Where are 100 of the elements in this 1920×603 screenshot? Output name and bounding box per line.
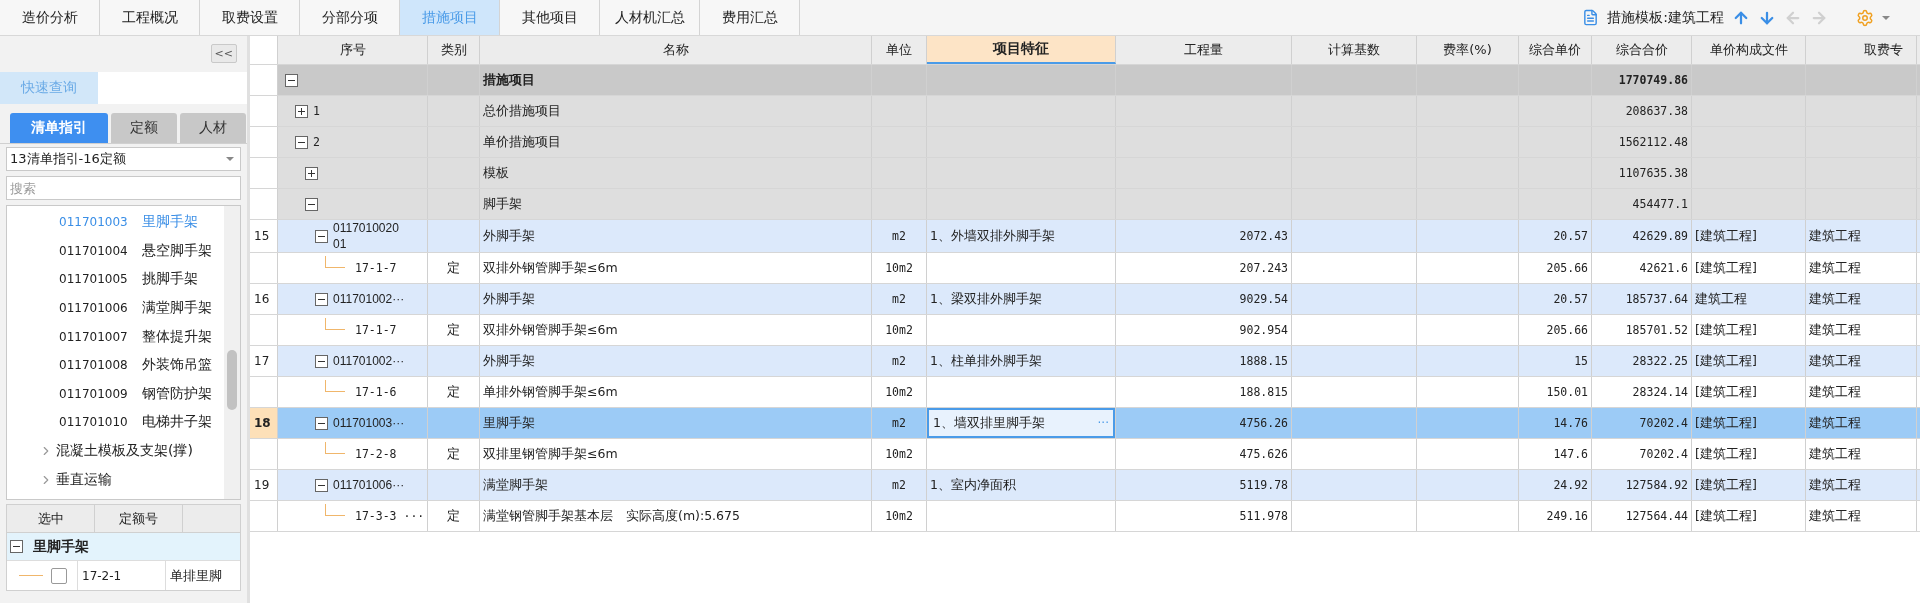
table-row[interactable]: 17-1-7 定 双排外钢管脚手架≤6m 10m2 207.243 205.66 42621.6 [建筑工程] 建筑工程 <box>250 253 1920 284</box>
row-header[interactable]: 16 <box>250 284 278 314</box>
table-cell: 单价措施项目 <box>483 133 561 151</box>
expand-icon[interactable] <box>295 104 308 118</box>
table-cell: 定 <box>447 321 460 339</box>
list-item[interactable]: 011701005 挑脚手架 <box>7 265 224 294</box>
list-item[interactable]: 011701010 电梯井子架 <box>7 408 224 437</box>
table-cell: 定 <box>447 259 460 277</box>
library-tab[interactable]: 定额 <box>111 113 177 143</box>
tree-line <box>325 504 345 516</box>
column-header[interactable]: 综合合价 <box>1592 36 1692 64</box>
table-row[interactable]: 17-2-8 定 双排里钢管脚手架≤6m 10m2 475.626 147.6 70202.4 [建筑工程] 建筑工程 <box>250 439 1920 470</box>
column-header[interactable]: 取费专 <box>1806 36 1917 64</box>
table-row[interactable]: 18 011701003··· 里脚手架 m2 1、墙双排里脚手架 ··· 4756.26 14.76 70202.4 [建筑工程] 建筑工程 <box>250 408 1920 439</box>
collapse-icon[interactable] <box>295 135 308 149</box>
item-code: 011701004 <box>59 243 128 258</box>
row-header[interactable]: 18 <box>250 408 278 438</box>
table-row[interactable]: 模板 1107635.38 <box>250 158 1920 189</box>
list-item[interactable]: 011701006 满堂脚手架 <box>7 293 224 323</box>
table-cell: 5119.78 <box>1239 478 1288 492</box>
scrollbar[interactable] <box>224 206 240 499</box>
feature-edit-field[interactable]: 1、墙双排里脚手架 ··· <box>927 408 1115 438</box>
item-name: 钢管防护架 <box>141 384 212 403</box>
table-cell: m2 <box>892 478 906 492</box>
corner-cell[interactable] <box>250 36 278 64</box>
collapse-icon[interactable] <box>10 540 23 553</box>
collapse-icon[interactable] <box>305 197 318 211</box>
column-header[interactable]: 工程量 <box>1116 36 1292 64</box>
row-header[interactable] <box>250 158 278 188</box>
row-header[interactable]: 15 <box>250 220 278 252</box>
row-header[interactable] <box>250 189 278 219</box>
table-cell: 模板 <box>483 164 509 182</box>
row-header[interactable]: 17 <box>250 346 278 376</box>
list-item[interactable]: 011701003 里脚手架 <box>7 208 224 237</box>
table-row[interactable]: 脚手架 454477.1 <box>250 189 1920 220</box>
table-cell: 14.76 <box>1553 416 1588 430</box>
item-name: 整体提升架 <box>141 327 212 346</box>
table-cell: 511.978 <box>1239 509 1288 523</box>
table-row[interactable]: 1 总价措施项目 208637.38 <box>250 96 1920 127</box>
column-header[interactable]: 名称 <box>480 36 872 64</box>
collapse-icon[interactable] <box>315 478 328 492</box>
row-header[interactable] <box>250 96 278 126</box>
item-name: 电梯井子架 <box>141 413 212 432</box>
table-cell: 20.57 <box>1553 292 1588 306</box>
table-row[interactable]: 17 011701002··· 外脚手架 m2 1、柱单排外脚手架 1888.15 15 28322.25 [建筑工程] 建筑工程 <box>250 346 1920 377</box>
table-cell: 脚手架 <box>483 195 522 213</box>
collapse-icon[interactable] <box>315 229 328 243</box>
table-cell: 127564.44 <box>1625 509 1688 523</box>
settings-icon[interactable] <box>1856 8 1874 27</box>
column-header[interactable]: 类别 <box>428 36 480 64</box>
table-cell: 011701006··· <box>333 477 405 493</box>
table-row[interactable]: 17-1-7 定 双排外钢管脚手架≤6m 10m2 902.954 205.66 185701.52 [建筑工程] 建筑工程 <box>250 315 1920 346</box>
table-cell: 127584.92 <box>1625 478 1688 492</box>
list-item[interactable]: 011701009 钢管防护架 <box>7 379 224 409</box>
table-cell: 2072.43 <box>1239 229 1288 243</box>
table-row[interactable]: 17-3-3 ··· 定 满堂钢管脚手架基本层 实际高度(m):5.675 10m2 511.978 249.16 127564.44 [建筑工程] 建筑工程 <box>250 501 1920 532</box>
column-header[interactable]: 综合单价 <box>1519 36 1592 64</box>
table-row[interactable]: 15 011701002001 外脚手架 m2 1、外墙双排外脚手架 2072.43 20.57 42629.89 [建筑工程] 建筑工程 <box>250 220 1920 253</box>
table-row[interactable]: 措施项目 1770749.86 <box>250 65 1920 96</box>
search-field[interactable]: 搜索 <box>6 176 241 200</box>
item-code: 011701009 <box>59 386 128 401</box>
table-cell: 1888.15 <box>1239 354 1288 368</box>
library-tab[interactable]: 人材 <box>180 113 246 143</box>
collapse-icon[interactable] <box>285 73 298 87</box>
table-cell: 1、室内净面积 <box>930 476 1016 494</box>
row-header[interactable] <box>250 65 278 95</box>
table-cell: 42621.6 <box>1639 261 1688 275</box>
list-item[interactable]: 011701007 整体提升架 <box>7 322 224 351</box>
checkbox[interactable] <box>51 567 67 584</box>
table-row[interactable]: 17-1-6 定 单排外钢管脚手架≤6m 10m2 188.815 150.01 28324.14 [建筑工程] 建筑工程 <box>250 377 1920 408</box>
table-row[interactable]: 2 单价措施项目 1562112.48 <box>250 127 1920 158</box>
template-icon[interactable] <box>1582 9 1600 26</box>
table-cell: [建筑工程] <box>1695 476 1757 494</box>
table-row[interactable]: 19 011701006··· 满堂脚手架 m2 1、室内净面积 5119.78 24.92 127584.92 [建筑工程] 建筑工程 <box>250 470 1920 501</box>
library-dropdown[interactable]: 13清单指引-16定额 <box>6 147 241 171</box>
table-cell: 011701002··· <box>333 353 405 369</box>
collapse-button[interactable]: << <box>210 44 237 63</box>
table-cell: 建筑工程 <box>1809 383 1861 401</box>
column-header[interactable]: 费率(%) <box>1417 36 1519 64</box>
table-row[interactable]: 16 011701002··· 外脚手架 m2 1、梁双排外脚手架 9029.54 20.57 185737.64 建筑工程 建筑工程 <box>250 284 1920 315</box>
item-code: 011701005 <box>59 272 128 287</box>
table-cell-text: 011701002001 <box>333 220 400 252</box>
caret-icon[interactable] <box>1882 15 1890 20</box>
collapse-icon[interactable] <box>315 292 328 306</box>
row-header[interactable] <box>250 127 278 157</box>
expand-icon[interactable] <box>305 166 318 180</box>
column-header[interactable]: 项目特征 <box>927 36 1116 64</box>
column-header[interactable]: 单价构成文件 <box>1692 36 1806 64</box>
list-item[interactable]: 011701004 悬空脚手架 <box>7 236 224 266</box>
column-header[interactable]: 序号 <box>278 36 428 64</box>
table-cell: 17-1-6 <box>355 385 397 399</box>
list-folder[interactable]: 垂直运输 <box>7 465 224 494</box>
row-header[interactable]: 19 <box>250 470 278 500</box>
collapse-icon[interactable] <box>315 354 328 368</box>
caret-icon <box>226 157 234 161</box>
table-cell: 70202.4 <box>1639 447 1688 461</box>
list-folder[interactable]: 混凝土模板及支架(撑) <box>7 436 224 466</box>
collapse-icon[interactable] <box>315 416 328 430</box>
column-header[interactable]: 计算基数 <box>1292 36 1417 64</box>
list-item[interactable]: 011701008 外装饰吊篮 <box>7 350 224 380</box>
